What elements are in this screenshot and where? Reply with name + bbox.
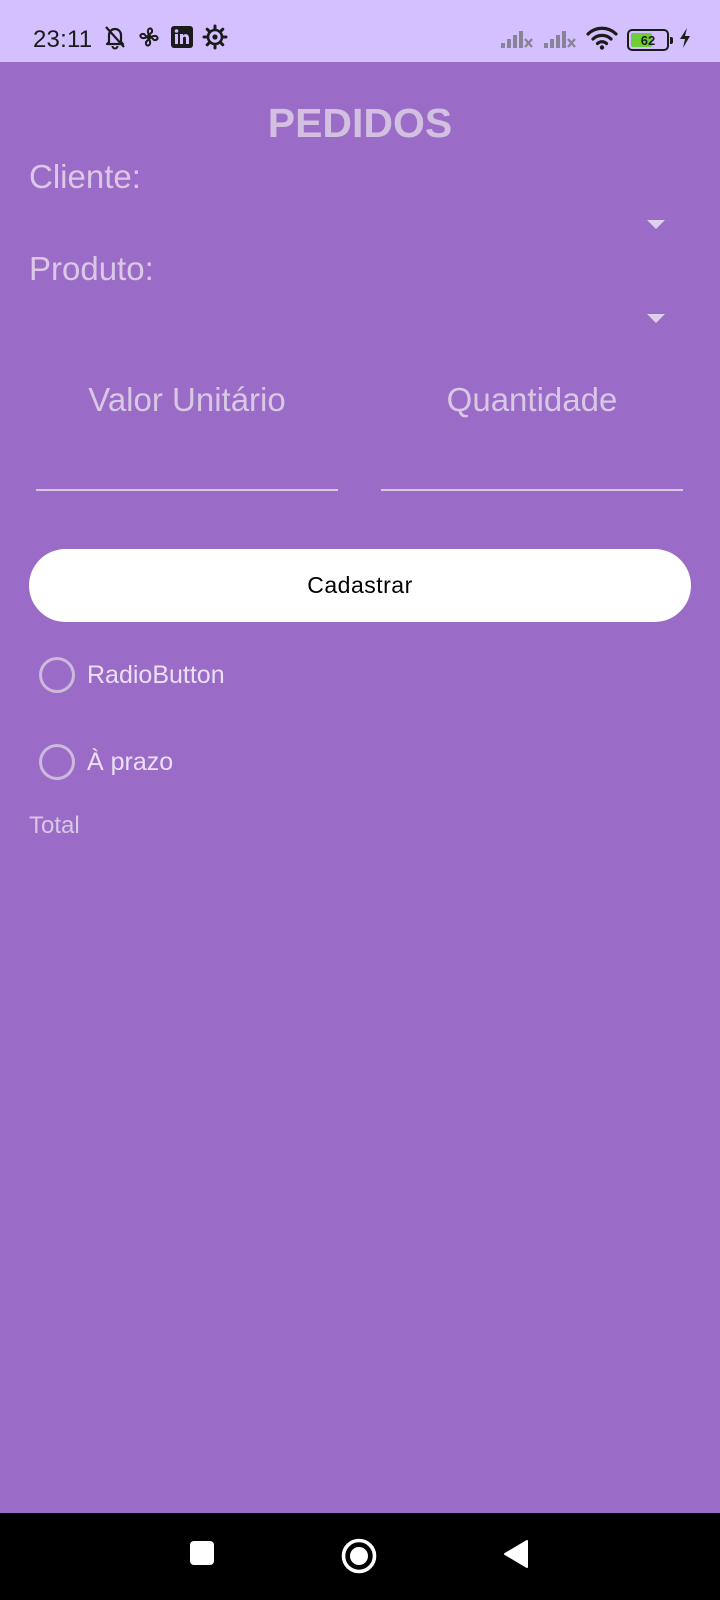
status-time: 23:11 bbox=[33, 26, 93, 53]
chevron-down-icon bbox=[647, 314, 665, 323]
page-title: PEDIDOS bbox=[267, 100, 453, 146]
radio-option-a-prazo[interactable]: À prazo bbox=[39, 744, 173, 780]
quantidade-underline bbox=[381, 489, 683, 491]
settings-gear-icon bbox=[202, 24, 228, 55]
radio-label: RadioButton bbox=[87, 660, 225, 689]
status-left-icons bbox=[102, 24, 228, 55]
notifications-off-icon bbox=[102, 24, 128, 55]
charging-bolt-icon bbox=[678, 27, 692, 54]
valor-unitario-underline bbox=[36, 489, 338, 491]
radio-circle[interactable] bbox=[39, 744, 75, 780]
back-triangle-icon[interactable] bbox=[502, 1539, 530, 1574]
radio-circle[interactable] bbox=[39, 657, 75, 693]
recents-square-icon[interactable] bbox=[188, 1539, 216, 1572]
wifi-icon bbox=[586, 26, 618, 55]
valor-unitario-field[interactable]: Valor Unitário bbox=[36, 365, 338, 491]
quantidade-hint: Quantidade bbox=[446, 381, 618, 418]
produto-label: Produto: bbox=[29, 250, 154, 287]
cliente-label: Cliente: bbox=[29, 158, 141, 195]
total-label: Total bbox=[29, 812, 80, 839]
cliente-spinner[interactable] bbox=[29, 208, 665, 252]
status-bar: 23:11 62 bbox=[0, 0, 720, 62]
quantidade-field[interactable]: Quantidade bbox=[381, 365, 683, 491]
chevron-down-icon bbox=[647, 220, 665, 229]
signal-off-icon bbox=[543, 27, 577, 54]
radio-label: À prazo bbox=[87, 747, 174, 776]
valor-unitario-hint: Valor Unitário bbox=[88, 381, 286, 418]
status-right-icons: 62 bbox=[500, 26, 692, 54]
signal-off-icon bbox=[500, 27, 534, 54]
cadastrar-button[interactable]: Cadastrar bbox=[29, 549, 691, 622]
battery-level: 62 bbox=[640, 32, 656, 48]
navigation-bar bbox=[0, 1513, 720, 1600]
battery-icon: 62 bbox=[627, 29, 673, 51]
radio-option-radiobutton[interactable]: RadioButton bbox=[39, 657, 225, 693]
home-circle-icon[interactable] bbox=[340, 1537, 378, 1580]
battery-nub bbox=[670, 37, 673, 44]
linkedin-icon bbox=[170, 25, 194, 54]
pinwheel-icon bbox=[136, 24, 162, 55]
produto-spinner[interactable] bbox=[29, 302, 665, 346]
